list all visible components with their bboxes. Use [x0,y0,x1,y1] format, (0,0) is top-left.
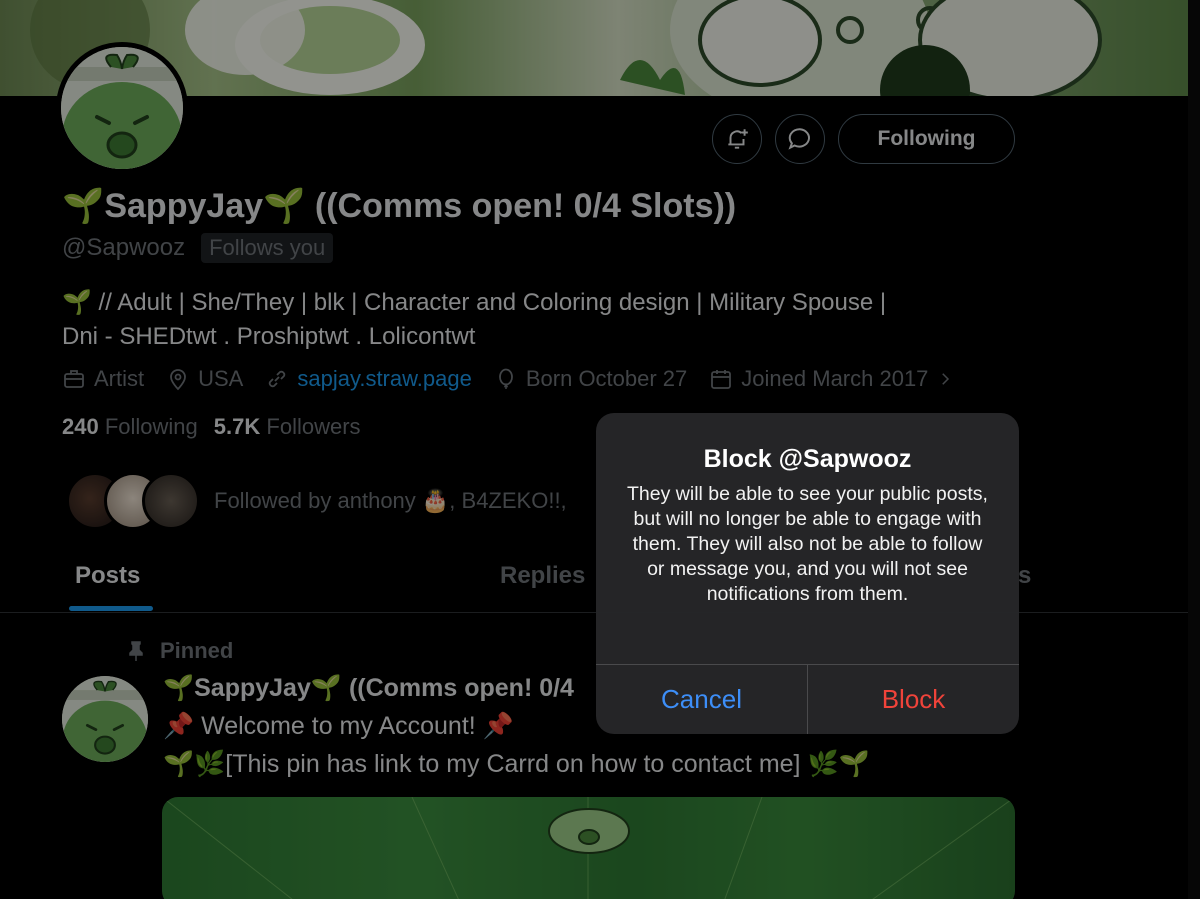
block-button[interactable]: Block [808,665,1019,734]
block-confirmation-dialog: Block @Sapwooz They will be able to see … [596,413,1019,734]
dialog-message: They will be able to see your public pos… [627,483,988,605]
dialog-title: Block @Sapwooz [703,445,912,473]
cancel-button[interactable]: Cancel [596,665,807,734]
